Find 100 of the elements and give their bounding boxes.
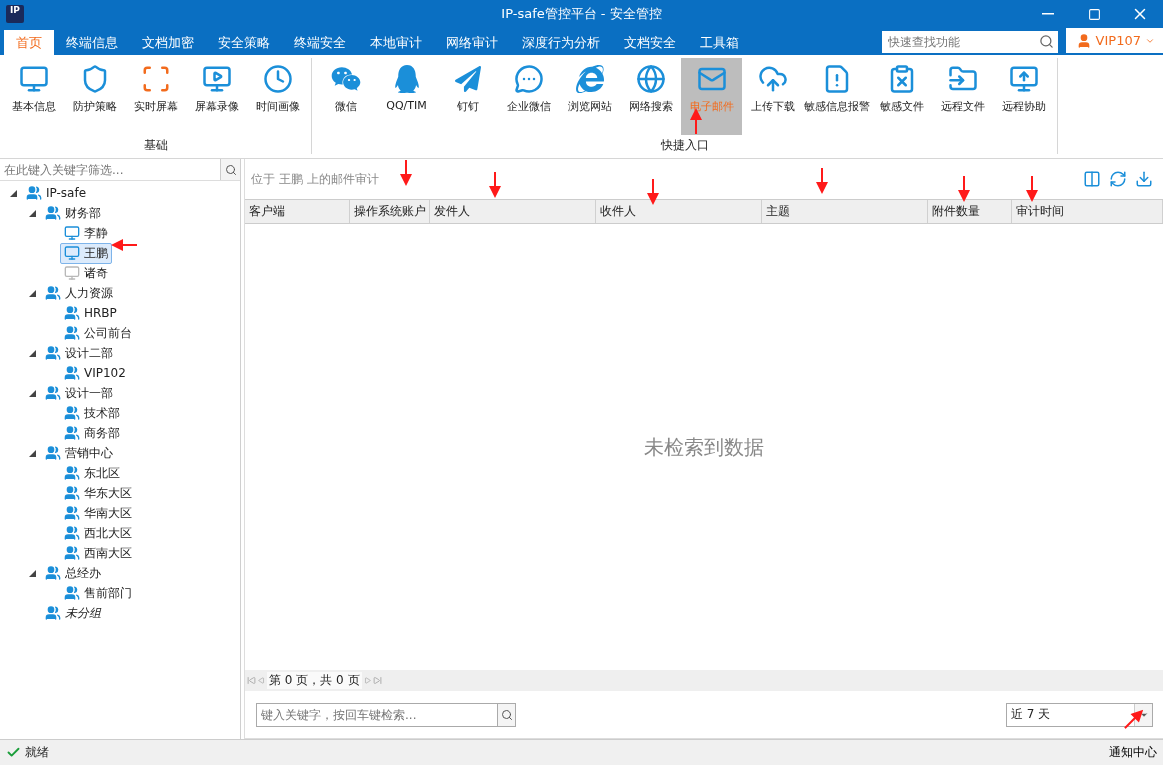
users-icon — [45, 345, 61, 361]
tree-node[interactable]: 未分组 — [41, 602, 105, 624]
download-button[interactable] — [1135, 170, 1153, 188]
annotation-arrow — [400, 160, 412, 186]
tree-node[interactable]: 华东大区 — [60, 482, 136, 504]
tree-node[interactable]: 技术部 — [60, 402, 124, 424]
group-label: 快捷入口 — [660, 137, 709, 154]
expand-arrow-icon[interactable] — [28, 209, 36, 217]
users-icon — [64, 545, 80, 561]
menu-tab[interactable]: 工具箱 — [688, 30, 751, 55]
ribbon-button[interactable]: 钉钉 — [437, 58, 498, 135]
column-header[interactable]: 主题 — [762, 200, 928, 223]
columns-button[interactable] — [1083, 170, 1101, 188]
panel-caption: 位于 王鹏 上的邮件审计 — [251, 170, 379, 188]
users-icon — [45, 565, 61, 581]
search-icon — [1038, 34, 1054, 49]
column-header[interactable]: 发件人 — [430, 200, 596, 223]
quick-search-field[interactable]: 快速查找功能 — [881, 31, 1058, 53]
users-icon — [45, 445, 61, 461]
tree-node[interactable]: 人力资源 — [41, 282, 117, 304]
ribbon-button[interactable]: 敏感文件 — [871, 58, 932, 135]
penguin-icon — [392, 65, 421, 93]
notification-center-link[interactable]: 通知中心 — [1109, 744, 1157, 761]
users-icon — [45, 285, 61, 301]
status-text: 就绪 — [25, 744, 49, 761]
expand-arrow-icon[interactable] — [28, 389, 36, 397]
group-label: 基础 — [143, 137, 168, 154]
annotation-arrow — [111, 239, 137, 251]
tree-node[interactable]: VIP102 — [60, 363, 130, 383]
tree-node[interactable]: 西北大区 — [60, 522, 136, 544]
tree-node[interactable]: 商务部 — [60, 422, 124, 444]
maximize-icon — [1087, 7, 1101, 21]
expand-arrow-icon[interactable] — [28, 289, 36, 297]
annotation-arrow — [816, 168, 828, 194]
expand-arrow-icon[interactable] — [28, 569, 36, 577]
tree-node[interactable]: HRBP — [60, 303, 121, 323]
computer-icon — [64, 265, 80, 281]
column-header[interactable]: 客户端 — [245, 200, 350, 223]
tree-node[interactable]: 王鹏 — [60, 242, 112, 264]
annotation-arrow — [647, 179, 659, 205]
expand-arrow-icon[interactable] — [28, 349, 36, 357]
tree-node[interactable]: 营销中心 — [41, 442, 117, 464]
ribbon-button[interactable]: 企业微信 — [498, 58, 559, 135]
users-icon — [64, 505, 80, 521]
tree-node[interactable]: 西南大区 — [60, 542, 136, 564]
ribbon-button[interactable]: 时间画像 — [247, 58, 308, 135]
cloud-icon — [757, 64, 788, 94]
ribbon-button[interactable]: 实时屏幕 — [125, 58, 186, 135]
ribbon-button[interactable]: 敏感信息报警 — [803, 58, 871, 135]
tree-node[interactable]: 设计二部 — [41, 342, 117, 364]
ribbon-button[interactable]: 浏览网站 — [559, 58, 620, 135]
ribbon-button[interactable]: 网络搜索 — [620, 58, 681, 135]
check-icon — [6, 745, 21, 760]
tree-node[interactable]: IP-safe — [22, 183, 91, 203]
users-icon — [64, 425, 80, 441]
refresh-button[interactable] — [1109, 170, 1127, 188]
tree-node[interactable]: 李静 — [60, 222, 112, 244]
search-button[interactable] — [220, 159, 240, 180]
menu-tab[interactable]: 深度行为分析 — [510, 30, 612, 55]
ribbon-button[interactable]: 屏幕录像 — [186, 58, 247, 135]
menu-tab[interactable]: 本地审计 — [358, 30, 434, 55]
ribbon-button[interactable]: 基本信息 — [3, 58, 64, 135]
tree-node[interactable]: 公司前台 — [60, 322, 136, 344]
expand-arrow-icon[interactable] — [9, 189, 17, 197]
window-title: IP-safe管控平台 - 安全管控 — [501, 5, 662, 23]
annotation-arrow — [958, 176, 970, 202]
tree-node[interactable]: 售前部门 — [60, 582, 136, 604]
tree-node[interactable]: 华南大区 — [60, 502, 136, 524]
ribbon-button[interactable]: 远程文件 — [932, 58, 993, 135]
expand-arrow-icon[interactable] — [28, 449, 36, 457]
users-icon — [45, 605, 61, 621]
tree-node[interactable]: 诸奇 — [60, 262, 112, 284]
computer-icon — [64, 225, 80, 241]
menu-tab[interactable]: 终端信息 — [54, 30, 130, 55]
search-icon — [500, 708, 513, 721]
tree-node[interactable]: 设计一部 — [41, 382, 117, 404]
page-info: 第 0 页，共 0 页 — [267, 672, 362, 689]
ribbon-button[interactable]: 上传下载 — [742, 58, 803, 135]
app-logo: IP — [6, 5, 24, 23]
menu-tab[interactable]: 网络审计 — [434, 30, 510, 55]
ribbon-button[interactable]: 防护策略 — [64, 58, 125, 135]
paper-plane-icon — [454, 66, 481, 92]
tree-node[interactable]: 总经办 — [41, 562, 105, 584]
tree-node[interactable]: 财务部 — [41, 202, 105, 224]
menu-tab[interactable]: 安全策略 — [206, 30, 282, 55]
users-icon — [64, 485, 80, 501]
search-button[interactable] — [498, 702, 516, 727]
tree-node[interactable]: 东北区 — [60, 462, 124, 484]
users-icon — [64, 325, 80, 341]
globe-search-icon — [635, 64, 666, 94]
column-header[interactable]: 操作系统账户 — [350, 200, 430, 223]
ribbon-button[interactable]: 微信 — [315, 58, 376, 135]
menu-tab[interactable]: 文档加密 — [130, 30, 206, 55]
keyword-search-field[interactable]: 键入关键字，按回车键检索... — [256, 702, 498, 727]
monitor-icon — [18, 64, 49, 94]
users-icon — [45, 205, 61, 221]
menu-tab[interactable]: 文档安全 — [612, 30, 688, 55]
menu-tab[interactable]: 终端安全 — [282, 30, 358, 55]
ribbon-button[interactable]: 远程协助 — [993, 58, 1054, 135]
ribbon-button[interactable]: QQ/TIM — [376, 58, 437, 135]
